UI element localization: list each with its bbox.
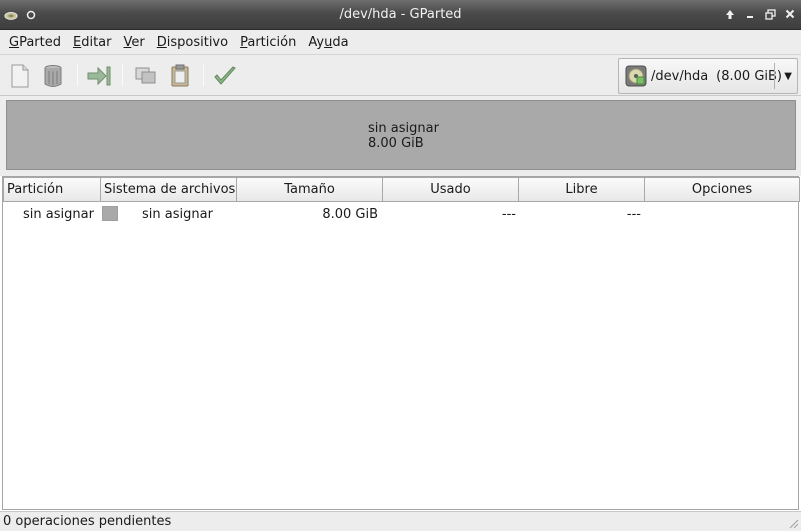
table-row[interactable]: sin asignar sin asignar 8.00 GiB --- --- xyxy=(3,203,800,225)
menu-particion[interactable]: Partición xyxy=(234,35,302,50)
menu-ver[interactable]: Ver xyxy=(118,35,151,50)
paste-button[interactable] xyxy=(167,63,193,89)
copy-button[interactable] xyxy=(133,63,159,89)
disk-visual-area: sin asignar 8.00 GiB xyxy=(0,96,801,176)
cell-free: --- xyxy=(626,207,641,222)
column-header-size[interactable]: Tamaño xyxy=(236,177,383,202)
delete-partition-button[interactable] xyxy=(40,63,66,89)
partition-map-label: sin asignar 8.00 GiB xyxy=(368,121,439,151)
harddisk-icon xyxy=(625,65,647,87)
device-size: (8.00 GiB) xyxy=(716,68,782,84)
dropdown-separator xyxy=(774,63,775,89)
copy-icon xyxy=(135,67,156,84)
disk-partition-map[interactable]: sin asignar 8.00 GiB xyxy=(6,100,796,170)
partition-table: Partición Sistema de archivos Tamaño Usa… xyxy=(2,176,800,510)
menu-ayuda[interactable]: Ayuda xyxy=(302,35,354,50)
resize-move-button[interactable] xyxy=(86,63,112,89)
cell-filesystem: sin asignar xyxy=(142,207,213,222)
status-bar: 0 operaciones pendientes xyxy=(0,511,801,531)
menu-bar: GParted Editar Ver Dispositivo Partición… xyxy=(0,30,801,55)
partition-map-size: 8.00 GiB xyxy=(368,136,424,151)
cell-used: --- xyxy=(501,207,516,222)
titlebar-right-controls xyxy=(723,7,797,21)
resize-grip-icon[interactable] xyxy=(787,517,799,529)
delete-icon xyxy=(44,65,62,87)
cell-size: 8.00 GiB xyxy=(322,207,378,222)
toolbar-separator xyxy=(77,64,78,86)
apply-button[interactable] xyxy=(212,63,238,89)
menu-dispositivo[interactable]: Dispositivo xyxy=(151,35,234,50)
menu-editar[interactable]: Editar xyxy=(67,35,118,50)
paste-icon xyxy=(171,64,189,87)
maximize-icon[interactable] xyxy=(763,7,777,21)
window-title: /dev/hda - GParted xyxy=(339,7,462,22)
filesystem-color-swatch xyxy=(102,206,118,221)
minimize-icon[interactable] xyxy=(743,7,757,21)
chevron-down-icon: ▼ xyxy=(784,71,792,82)
column-header-filesystem[interactable]: Sistema de archivos xyxy=(100,177,237,202)
pending-operations-status: 0 operaciones pendientes xyxy=(3,514,172,529)
menu-gparted[interactable]: GParted xyxy=(3,35,67,50)
close-icon[interactable] xyxy=(783,7,797,21)
toolbar: /dev/hda (8.00 GiB) ▼ xyxy=(0,55,801,96)
column-header-partition[interactable]: Partición xyxy=(3,177,101,202)
device-name: /dev/hda xyxy=(651,68,709,84)
device-selector[interactable]: /dev/hda (8.00 GiB) ▼ xyxy=(618,58,798,94)
toolbar-separator xyxy=(203,64,204,86)
column-header-free[interactable]: Libre xyxy=(518,177,645,202)
table-header: Partición Sistema de archivos Tamaño Usa… xyxy=(3,177,800,202)
column-header-flags[interactable]: Opciones xyxy=(644,177,800,202)
cell-partition: sin asignar xyxy=(23,207,94,222)
new-icon xyxy=(11,64,29,88)
resize-move-icon xyxy=(87,66,111,86)
partition-map-type: sin asignar xyxy=(368,121,439,136)
toolbar-separator xyxy=(122,64,123,86)
shade-up-icon[interactable] xyxy=(723,7,737,21)
window-titlebar[interactable]: /dev/hda - GParted xyxy=(0,0,801,30)
apply-icon xyxy=(214,66,236,85)
new-partition-button[interactable] xyxy=(7,63,33,89)
column-header-used[interactable]: Usado xyxy=(382,177,519,202)
